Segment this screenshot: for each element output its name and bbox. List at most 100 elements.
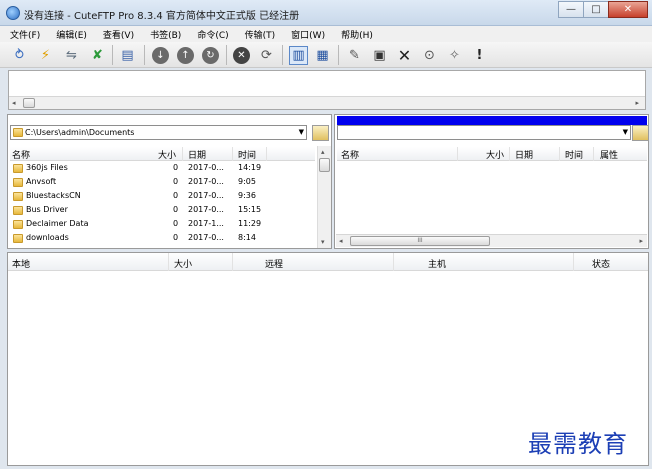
upload-icon[interactable]: ↑ — [177, 47, 194, 64]
col-time[interactable]: 时间 — [238, 148, 256, 161]
col-host[interactable]: 主机 — [428, 257, 446, 270]
file-date: 2017-0... — [188, 177, 224, 186]
connect-icon[interactable]: ⇋ — [62, 46, 81, 65]
window-title: 没有连接 - CuteFTP Pro 8.3.4 官方简体中文正式版 已经注册 — [24, 11, 300, 22]
menu-help[interactable]: 帮助(H) — [331, 26, 379, 42]
column-divider[interactable] — [182, 147, 183, 161]
col-date[interactable]: 日期 — [515, 148, 533, 161]
menu-transfer[interactable]: 传输(T) — [235, 26, 282, 42]
remote-horizontal-scrollbar[interactable]: ◂ III ▸ — [336, 234, 647, 247]
file-date: 2017-0... — [188, 205, 224, 214]
column-divider[interactable] — [593, 147, 594, 161]
window-controls: — □ ✕ — [558, 1, 648, 18]
file-name: Anvsoft — [26, 177, 57, 186]
col-size[interactable]: 大小 — [174, 257, 192, 270]
remote-pane: ▼ 名称 大小 日期 时间 属性 ◂ III ▸ — [334, 114, 649, 249]
chevron-down-icon[interactable]: ▼ — [623, 128, 628, 136]
file-size: 0 — [173, 205, 179, 214]
menu-commands[interactable]: 命令(C) — [187, 26, 234, 42]
scroll-thumb[interactable]: III — [350, 236, 490, 246]
col-local[interactable]: 本地 — [12, 257, 30, 270]
disconnect-icon[interactable]: ✘ — [88, 46, 107, 65]
file-time: 15:15 — [238, 205, 262, 214]
queue-column-header: 本地 大小 远程 主机 状态 — [8, 253, 648, 271]
menu-view[interactable]: 查看(V) — [93, 26, 140, 42]
col-name[interactable]: 名称 — [341, 148, 359, 161]
file-row[interactable]: 360js Files 0 2017-0... 14:19 — [10, 162, 315, 176]
column-divider[interactable] — [232, 147, 233, 161]
col-status[interactable]: 状态 — [592, 257, 610, 270]
column-divider[interactable] — [573, 253, 574, 271]
col-remote[interactable]: 远程 — [265, 257, 283, 270]
edit-icon[interactable]: ✎ — [345, 46, 364, 65]
maximize-button[interactable]: □ — [583, 1, 609, 18]
toolbar: ⥁ ⚡ ⇋ ✘ ▤ ↓ ↑ ↻ ✕ ⟳ ▥ ▦ ✎ ▣ ✕ ⊙ ✧ ! — [0, 42, 652, 68]
file-name: 360js Files — [26, 163, 68, 172]
delete-icon[interactable]: ✕ — [395, 46, 414, 65]
file-size: 0 — [173, 219, 179, 228]
connect-wizard-icon[interactable]: ⥁ — [10, 46, 29, 65]
view-icon[interactable]: ▥ — [289, 46, 308, 65]
menu-window[interactable]: 窗口(W) — [281, 26, 331, 42]
col-size[interactable]: 大小 — [158, 148, 176, 161]
remote-folder-up-button[interactable] — [632, 125, 649, 141]
toolbar-separator — [282, 45, 283, 65]
scroll-thumb[interactable] — [23, 98, 35, 108]
file-row[interactable]: downloads 0 2017-0... 8:14 — [10, 232, 315, 246]
quick-connect-icon[interactable]: ⚡ — [36, 46, 55, 65]
col-attributes[interactable]: 属性 — [600, 148, 618, 161]
scroll-right-icon[interactable]: ▸ — [635, 99, 639, 107]
col-time[interactable]: 时间 — [565, 148, 583, 161]
file-size: 0 — [173, 191, 179, 200]
close-button[interactable]: ✕ — [608, 1, 648, 18]
site-manager-icon[interactable]: ▤ — [118, 46, 137, 65]
toolbar-separator — [144, 45, 145, 65]
download-icon[interactable]: ↓ — [152, 47, 169, 64]
menu-edit[interactable]: 编辑(E) — [46, 26, 93, 42]
menu-bookmarks[interactable]: 书签(B) — [140, 26, 187, 42]
column-divider[interactable] — [266, 147, 267, 161]
new-file-icon[interactable]: ✧ — [445, 46, 464, 65]
column-divider[interactable] — [232, 253, 233, 271]
column-divider[interactable] — [559, 147, 560, 161]
scroll-left-icon[interactable]: ◂ — [12, 99, 16, 107]
minimize-button[interactable]: — — [558, 1, 584, 18]
local-vertical-scrollbar[interactable]: ▴ ▾ — [317, 146, 331, 248]
col-size[interactable]: 大小 — [486, 148, 504, 161]
file-row[interactable]: Anvsoft 0 2017-0... 9:05 — [10, 176, 315, 190]
alert-icon[interactable]: ! — [470, 46, 489, 65]
scroll-thumb[interactable] — [319, 158, 330, 172]
scroll-left-icon[interactable]: ◂ — [339, 237, 343, 245]
folder-icon — [13, 128, 23, 137]
folder-icon — [13, 192, 23, 201]
column-divider[interactable] — [168, 253, 169, 271]
column-divider[interactable] — [509, 147, 510, 161]
scroll-up-icon[interactable]: ▴ — [321, 148, 325, 156]
reconnect-icon[interactable]: ↻ — [202, 47, 219, 64]
refresh-icon[interactable]: ⟳ — [257, 46, 276, 65]
file-row[interactable]: Bus Driver 0 2017-0... 15:15 — [10, 204, 315, 218]
toolbar-separator — [338, 45, 339, 65]
file-size: 0 — [173, 163, 179, 172]
file-row[interactable]: Declaimer Data 0 2017-1... 11:29 — [10, 218, 315, 232]
chevron-down-icon[interactable]: ▼ — [299, 128, 304, 136]
remote-path-combobox[interactable]: ▼ — [337, 125, 631, 140]
title-bar: 没有连接 - CuteFTP Pro 8.3.4 官方简体中文正式版 已经注册 … — [0, 0, 652, 26]
stop-icon[interactable]: ✕ — [233, 47, 250, 64]
col-name[interactable]: 名称 — [12, 148, 30, 161]
column-divider[interactable] — [393, 253, 394, 271]
file-row[interactable]: BluestacksCN 0 2017-0... 9:36 — [10, 190, 315, 204]
col-date[interactable]: 日期 — [188, 148, 206, 161]
local-path-combobox[interactable]: C:\Users\admin\Documents ▼ — [10, 125, 307, 140]
log-horizontal-scrollbar[interactable]: ◂ ▸ — [9, 96, 645, 109]
column-divider[interactable] — [457, 147, 458, 161]
terminal-icon[interactable]: ▣ — [370, 46, 389, 65]
local-folder-up-button[interactable] — [312, 125, 329, 141]
scroll-down-icon[interactable]: ▾ — [321, 238, 325, 246]
scroll-right-icon[interactable]: ▸ — [639, 237, 643, 245]
file-name: downloads — [26, 233, 69, 242]
menu-file[interactable]: 文件(F) — [0, 26, 46, 42]
file-size: 0 — [173, 177, 179, 186]
find-icon[interactable]: ⊙ — [420, 46, 439, 65]
detail-view-icon[interactable]: ▦ — [313, 46, 332, 65]
